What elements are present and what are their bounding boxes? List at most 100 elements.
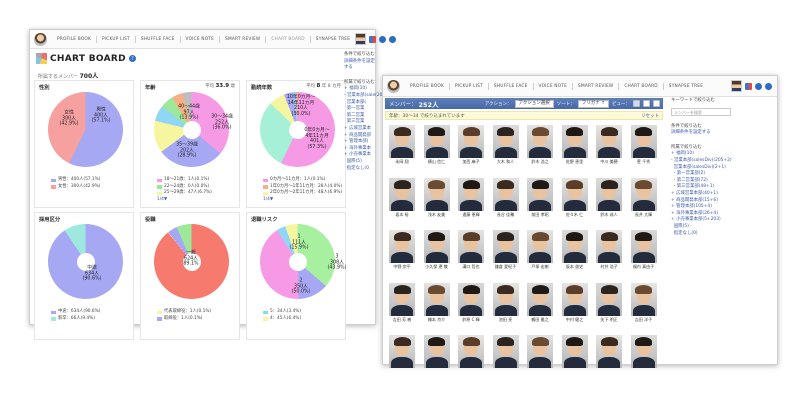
member-card[interactable]: 佐野 恵里: [561, 125, 588, 164]
member-card[interactable]: [561, 335, 588, 374]
member-name[interactable]: 長井 大輝: [631, 212, 657, 217]
legend-pager[interactable]: 1/4▼: [263, 197, 342, 204]
member-name[interactable]: [562, 369, 588, 374]
group-item[interactable]: - 第三営業部(48+1): [671, 184, 777, 191]
list-view-icon[interactable]: [643, 100, 650, 107]
group-item[interactable]: 指定なし(0: [344, 166, 378, 173]
nav-profile-book[interactable]: PROFILE BOOK: [405, 82, 451, 90]
member-card[interactable]: [630, 335, 657, 374]
member-name[interactable]: 鎌倉 愛紀子: [493, 264, 519, 269]
member-name[interactable]: 小久保 遼 敬: [424, 264, 450, 269]
group-item[interactable]: 国際(5): [344, 159, 378, 166]
member-photo[interactable]: [561, 335, 588, 368]
user-avatar[interactable]: [355, 33, 367, 45]
member-photo[interactable]: [561, 282, 588, 316]
nav-shuffle-face[interactable]: SHUFFLE FACE: [136, 35, 181, 43]
member-card[interactable]: 横山 信仁: [423, 125, 450, 164]
member-name[interactable]: [596, 369, 622, 374]
group-item[interactable]: + 広域営業本部(40+1): [671, 191, 777, 198]
member-name[interactable]: [527, 369, 553, 374]
member-name[interactable]: 坂本 裕: [389, 212, 415, 217]
action-select[interactable]: アクション選択: [514, 99, 554, 108]
member-card[interactable]: 溝口 哲也: [458, 230, 484, 269]
member-card[interactable]: 吉田 芳 樹: [389, 282, 415, 322]
member-photo[interactable]: [527, 282, 553, 316]
member-name[interactable]: 加西 麻子: [458, 159, 484, 164]
member-card[interactable]: 長井 大輝: [630, 177, 657, 217]
member-photo[interactable]: [527, 125, 553, 158]
member-name[interactable]: 吉田 洋子: [631, 317, 657, 322]
member-card[interactable]: 小久保 遼 敬: [423, 230, 450, 269]
member-name[interactable]: [493, 369, 519, 374]
member-photo[interactable]: [527, 177, 553, 211]
member-card[interactable]: 佐々木 仁: [561, 177, 588, 217]
member-card[interactable]: 前田 孝昭: [527, 177, 553, 217]
user-avatar[interactable]: [731, 80, 742, 92]
member-photo[interactable]: [389, 125, 415, 158]
member-card[interactable]: 坂本 裕: [389, 177, 415, 217]
pie-chart[interactable]: [48, 92, 123, 167]
nav-pickup-list[interactable]: PICKUP LIST: [450, 82, 489, 90]
group-item[interactable]: + 小売事業本: [344, 152, 378, 159]
gear-icon[interactable]: [765, 82, 772, 90]
member-card[interactable]: 鶴田 雅之: [527, 282, 553, 322]
member-card[interactable]: 中村 健之: [561, 282, 588, 322]
member-name[interactable]: 鈴木 浩之: [527, 159, 553, 164]
member-photo[interactable]: [389, 230, 415, 263]
member-card[interactable]: 大木 和人: [492, 125, 519, 164]
member-card[interactable]: 村井 浩子: [596, 230, 622, 269]
member-photo[interactable]: [630, 335, 657, 368]
group-item[interactable]: + 福岡(10): [344, 86, 378, 93]
group-item[interactable]: 第一営業: [344, 106, 378, 113]
group-item[interactable]: - 第一営業部(2): [671, 171, 777, 178]
group-item[interactable]: + 管理本部(: [344, 139, 378, 146]
member-card[interactable]: 鎌倉 愛紀子: [492, 230, 519, 269]
member-photo[interactable]: [423, 177, 450, 211]
member-name[interactable]: 菅 千秀: [631, 159, 657, 164]
org-icon[interactable]: [745, 82, 752, 90]
nav-voice-note[interactable]: VOICE NOTE: [181, 35, 221, 43]
group-item[interactable]: - 営業本部(salesDiv)(205+2): [671, 158, 777, 165]
member-photo[interactable]: [389, 335, 415, 368]
member-photo[interactable]: [596, 177, 622, 211]
member-name[interactable]: 吉田 芳 樹: [389, 317, 415, 322]
member-name[interactable]: 長谷 佳輔: [493, 212, 519, 217]
gear-icon[interactable]: [389, 35, 397, 43]
search-icon[interactable]: [755, 82, 762, 90]
member-name[interactable]: 中野 宗平: [389, 264, 415, 269]
member-photo[interactable]: [561, 230, 588, 263]
member-photo[interactable]: [630, 125, 657, 158]
member-card[interactable]: 坂本 俊史: [561, 230, 588, 269]
member-card[interactable]: [423, 335, 450, 374]
member-photo[interactable]: [630, 282, 657, 316]
member-card[interactable]: [389, 335, 415, 374]
member-photo[interactable]: [596, 125, 622, 158]
member-photo[interactable]: [458, 125, 484, 158]
member-name[interactable]: 中村 健之: [562, 317, 588, 322]
member-card[interactable]: 矢下 明正: [596, 282, 622, 322]
member-photo[interactable]: [527, 230, 553, 263]
member-card[interactable]: 戸塚 宏樹: [527, 230, 553, 269]
member-photo[interactable]: [492, 282, 519, 316]
nav-shuffle-face[interactable]: SHUFFLE FACE: [489, 82, 534, 90]
member-name[interactable]: 遠藤 恵輝: [458, 212, 484, 217]
member-photo[interactable]: [596, 230, 622, 263]
member-name[interactable]: 横山 信仁: [424, 159, 450, 164]
app-logo-icon[interactable]: [387, 79, 400, 93]
member-photo[interactable]: [389, 177, 415, 211]
member-card[interactable]: 菅 千秀: [630, 125, 657, 164]
group-item[interactable]: + 広域営業本: [344, 126, 378, 133]
member-photo[interactable]: [561, 125, 588, 158]
member-photo[interactable]: [596, 282, 622, 316]
grid-view-icon[interactable]: [633, 100, 640, 107]
member-card[interactable]: 永岡 翔: [389, 125, 415, 164]
member-card[interactable]: [596, 335, 622, 374]
group-item[interactable]: + 小売事業本部(5+203): [671, 217, 777, 224]
member-name[interactable]: 溝口 哲也: [458, 264, 484, 269]
legend-pager[interactable]: 1/4▼: [157, 197, 212, 204]
member-name[interactable]: 矢下 明正: [596, 317, 622, 322]
cond-link[interactable]: 詳細条件を設定する: [344, 59, 378, 72]
reset-link[interactable]: リセット: [641, 113, 659, 119]
member-name[interactable]: [389, 369, 415, 374]
group-item[interactable]: + 管理本部(105+4): [671, 204, 777, 211]
